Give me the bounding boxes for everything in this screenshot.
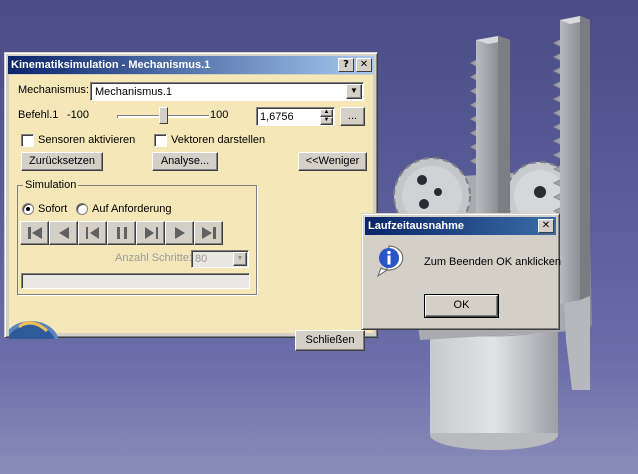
kinematic-simulation-dialog: Kinematiksimulation - Mechanismus.1 ? ✕ … [4, 52, 378, 351]
command-slider-thumb[interactable] [159, 107, 169, 124]
info-icon [376, 245, 404, 278]
dialog-titlebar[interactable]: Kinematiksimulation - Mechanismus.1 ? ✕ [8, 56, 374, 74]
sensors-checkbox[interactable] [21, 134, 34, 147]
play-forward-icon[interactable] [136, 221, 165, 245]
left-rack-part [470, 36, 510, 226]
reset-button[interactable]: Zurücksetzen [21, 152, 103, 171]
message-text: Zum Beenden OK anklicken [424, 256, 561, 268]
spin-up-icon[interactable]: ▲ [320, 109, 333, 117]
close-button[interactable]: Schließen [295, 330, 365, 351]
close-icon[interactable]: ✕ [356, 58, 372, 72]
radio-immediate-label: Sofort [38, 203, 68, 215]
radio-immediate[interactable] [22, 203, 34, 215]
command-value: 1,6756 [260, 111, 294, 123]
command-value-spinbox[interactable]: 1,6756 ▲ ▼ [256, 107, 335, 126]
skip-to-start-icon[interactable] [20, 221, 49, 245]
slider-min-label: -100 [67, 109, 90, 121]
simulation-group-label: Simulation [23, 179, 79, 191]
radio-on-demand[interactable] [76, 203, 88, 215]
skip-to-end-icon[interactable] [194, 221, 223, 245]
sensors-label: Sensoren aktivieren [38, 134, 136, 146]
dialog-body: Mechanismus: Mechanismus.1 ▼ Befehl.1 -1… [9, 75, 373, 351]
steps-value: 80 [195, 253, 208, 265]
ok-button[interactable]: OK [424, 294, 499, 318]
less-button[interactable]: <<Weniger [298, 152, 367, 171]
step-forward-icon[interactable] [165, 221, 194, 245]
analysis-button[interactable]: Analyse... [152, 152, 218, 171]
mechanism-value: Mechanismus.1 [95, 86, 173, 98]
pause-icon[interactable] [107, 221, 136, 245]
app-logo-icon [9, 321, 59, 339]
slider-max-label: 100 [210, 109, 229, 121]
media-controls [20, 221, 252, 245]
dialog-title: Kinematiksimulation - Mechanismus.1 [11, 59, 211, 71]
message-close-icon[interactable]: ✕ [538, 219, 554, 233]
help-button[interactable]: ? [338, 58, 354, 72]
spin-down-icon[interactable]: ▼ [320, 117, 333, 125]
message-titlebar[interactable]: Laufzeitausnahme ✕ [365, 217, 556, 235]
steps-select[interactable]: 80 ▼ [191, 250, 249, 268]
mechanism-label: Mechanismus: [18, 84, 89, 96]
progress-bar [21, 273, 250, 289]
runtime-exception-dialog: Laufzeitausnahme ✕ Zum Beenden OK anklic… [361, 213, 561, 330]
steps-chevron-down-icon[interactable]: ▼ [233, 252, 247, 266]
step-back-icon[interactable] [49, 221, 78, 245]
radio-on-demand-label: Auf Anforderung [92, 203, 172, 215]
vectors-label: Vektoren darstellen [171, 134, 266, 146]
message-title: Laufzeitausnahme [368, 220, 464, 232]
play-reverse-icon[interactable] [78, 221, 107, 245]
more-options-button[interactable]: ... [340, 107, 365, 126]
steps-label: Anzahl Schritte: [115, 252, 193, 264]
chevron-down-icon[interactable]: ▼ [346, 84, 362, 99]
vectors-checkbox[interactable] [154, 134, 167, 147]
mechanism-select[interactable]: Mechanismus.1 ▼ [90, 82, 364, 101]
command-label: Befehl.1 [18, 109, 59, 121]
